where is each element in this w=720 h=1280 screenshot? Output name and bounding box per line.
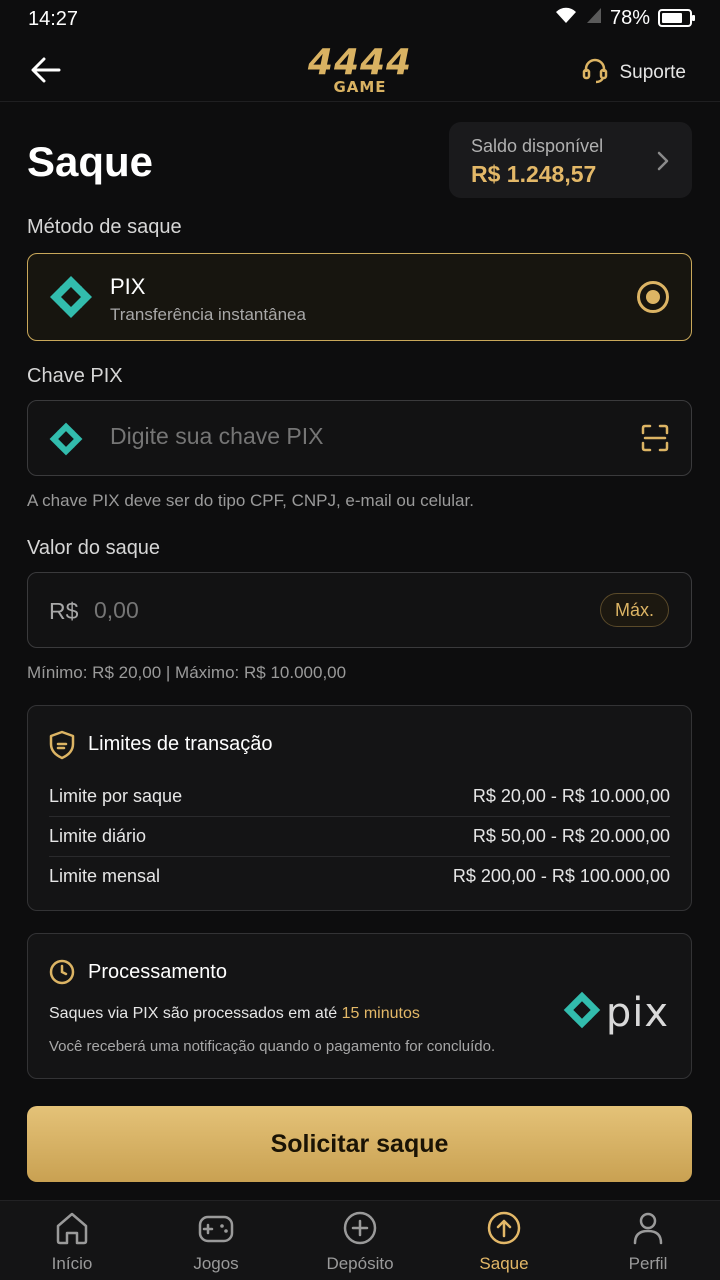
method-section-label: Método de saque: [27, 216, 182, 238]
battery-icon: [658, 9, 695, 27]
balance-label: Saldo disponível: [471, 136, 604, 156]
nav-label: Depósito: [326, 1254, 394, 1273]
amount-input[interactable]: [94, 597, 514, 624]
qr-scan-icon[interactable]: [641, 424, 669, 457]
user-icon: [630, 1211, 666, 1250]
limit-value: R$ 20,00 - R$ 10.000,00: [472, 785, 670, 806]
pix-key-label: Chave PIX: [27, 365, 123, 387]
chevron-right-icon: [656, 150, 670, 177]
shield-icon: [48, 730, 76, 765]
amount-label: Valor do saque: [27, 537, 161, 559]
wifi-icon: [554, 6, 578, 30]
pix-key-input[interactable]: [110, 423, 610, 450]
home-icon: [54, 1211, 90, 1250]
limits-card: Limites de transação Limite por saque R$…: [27, 705, 692, 911]
signal-icon: [586, 6, 602, 30]
pix-key-helper: A chave PIX deve ser do tipo CPF, CNPJ, …: [27, 491, 474, 510]
nav-label: Saque: [479, 1254, 529, 1273]
max-amount-button[interactable]: Máx.: [599, 593, 669, 627]
status-indicators: 78%: [554, 6, 695, 30]
bottom-nav: Início Jogos Depósito Saque Perfil: [0, 1200, 720, 1280]
currency-symbol: R$: [49, 598, 79, 624]
limit-value: R$ 200,00 - R$ 100.000,00: [452, 865, 670, 886]
limit-label: Limite por saque: [49, 785, 183, 806]
submit-withdraw-button[interactable]: Solicitar saque: [27, 1106, 692, 1182]
processing-card: Processamento Saques via PIX são process…: [27, 933, 692, 1079]
balance-value: R$ 1.248,57: [471, 161, 597, 187]
method-option-pix[interactable]: PIX Transferência instantânea: [27, 253, 692, 341]
limit-value: R$ 50,00 - R$ 20.000,00: [472, 825, 670, 846]
limit-row: Limite por saque R$ 20,00 - R$ 10.000,00: [49, 776, 670, 816]
nav-label: Jogos: [193, 1254, 239, 1273]
limit-label: Limite mensal: [49, 865, 161, 886]
upload-circle-icon: [486, 1211, 522, 1250]
pix-key-field[interactable]: [27, 400, 692, 476]
method-radio[interactable]: [637, 281, 669, 313]
status-time: 14:27: [28, 8, 79, 30]
limit-label: Limite diário: [49, 825, 147, 846]
clock-icon: [48, 958, 76, 991]
pix-logo: pix: [562, 990, 669, 1035]
battery-percent: 78%: [609, 6, 650, 29]
pix-logo-text: pix: [605, 989, 669, 1036]
nav-item-saque[interactable]: Saque: [432, 1201, 576, 1280]
method-name: PIX: [110, 274, 146, 299]
logo-main-text: 4444: [307, 42, 413, 83]
pix-icon: [562, 990, 602, 1035]
gamepad-icon: [197, 1211, 235, 1250]
limits-title: Limites de transação: [88, 733, 273, 755]
nav-label: Perfil: [628, 1254, 668, 1273]
amount-field[interactable]: R$ Máx.: [27, 572, 692, 648]
app-logo: 4444 GAME: [290, 42, 430, 95]
processing-info-text: Saques via PIX são processados em até: [49, 1005, 342, 1022]
nav-item-jogos[interactable]: Jogos: [144, 1201, 288, 1280]
limit-row: Limite mensal R$ 200,00 - R$ 100.000,00: [49, 856, 670, 896]
amount-helper: Mínimo: R$ 20,00 | Máximo: R$ 10.000,00: [27, 663, 347, 682]
support-label: Suporte: [619, 62, 686, 83]
processing-time: 15 minutos: [341, 1005, 420, 1022]
nav-label: Início: [51, 1254, 93, 1273]
nav-item-inicio[interactable]: Início: [0, 1201, 144, 1280]
nav-item-deposito[interactable]: Depósito: [288, 1201, 432, 1280]
processing-info: Saques via PIX são processados em até 15…: [49, 1005, 420, 1023]
limit-row: Limite diário R$ 50,00 - R$ 20.000,00: [49, 816, 670, 856]
plus-circle-icon: [342, 1211, 378, 1250]
pix-icon: [48, 274, 94, 325]
page-title: Saque: [27, 138, 154, 185]
method-description: Transferência instantânea: [110, 305, 306, 324]
headset-icon: [581, 56, 609, 90]
support-button[interactable]: Suporte: [581, 56, 686, 90]
back-arrow-icon[interactable]: [28, 52, 64, 88]
processing-title: Processamento: [88, 961, 227, 983]
processing-note: Você receberá uma notificação quando o p…: [49, 1038, 496, 1055]
balance-card[interactable]: Saldo disponível R$ 1.248,57: [449, 122, 692, 198]
app-header: 4444 GAME Suporte: [0, 38, 720, 102]
nav-item-perfil[interactable]: Perfil: [576, 1201, 720, 1280]
pix-icon: [48, 421, 84, 462]
